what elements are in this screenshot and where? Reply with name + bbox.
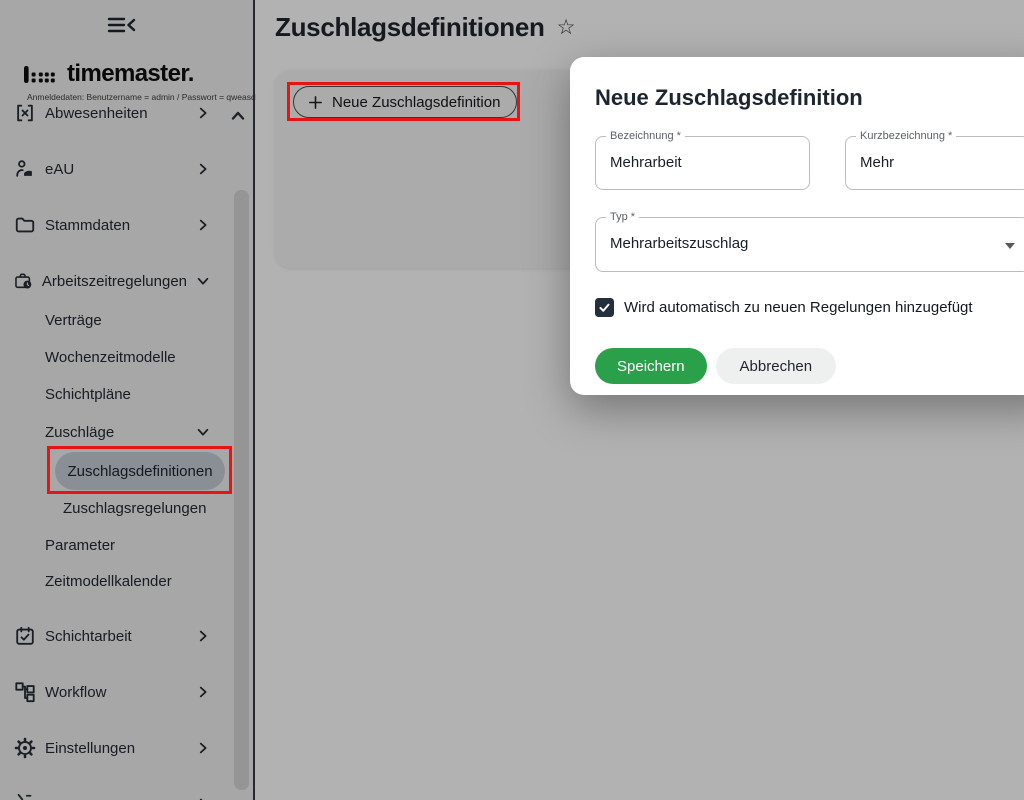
new-zuschlagsdefinition-dialog: Neue Zuschlagsdefinition Bezeichnung * M… — [570, 57, 1024, 395]
checkbox-label: Wird automatisch zu neuen Regelungen hin… — [624, 299, 973, 316]
app-screen: Zuschlagsdefinitionen ☆ Neue Zuschlagsde… — [0, 0, 1024, 800]
typ-value: Mehrarbeitszuschlag — [596, 218, 1024, 270]
typ-select[interactable]: Typ * Mehrarbeitszuschlag — [595, 217, 1024, 272]
dialog-buttons: Speichern Abbrechen — [595, 348, 836, 384]
bezeichnung-value: Mehrarbeit — [596, 137, 809, 189]
save-button[interactable]: Speichern — [595, 348, 707, 384]
kurzbezeichnung-label: Kurzbezeichnung * — [856, 130, 956, 142]
dropdown-arrow-icon — [1005, 243, 1015, 249]
kurzbezeichnung-field[interactable]: Kurzbezeichnung * Mehr — [845, 136, 1024, 190]
auto-add-checkbox-row[interactable]: Wird automatisch zu neuen Regelungen hin… — [595, 298, 973, 317]
dialog-field-row: Bezeichnung * Mehrarbeit Kurzbezeichnung… — [595, 136, 1024, 190]
bezeichnung-field[interactable]: Bezeichnung * Mehrarbeit — [595, 136, 810, 190]
bezeichnung-label: Bezeichnung * — [606, 130, 685, 142]
checkbox-checked-icon[interactable] — [595, 298, 614, 317]
dialog-title: Neue Zuschlagsdefinition — [595, 85, 863, 111]
kurzbezeichnung-value: Mehr — [846, 137, 1024, 189]
cancel-button[interactable]: Abbrechen — [716, 348, 837, 384]
typ-label: Typ * — [606, 211, 639, 223]
